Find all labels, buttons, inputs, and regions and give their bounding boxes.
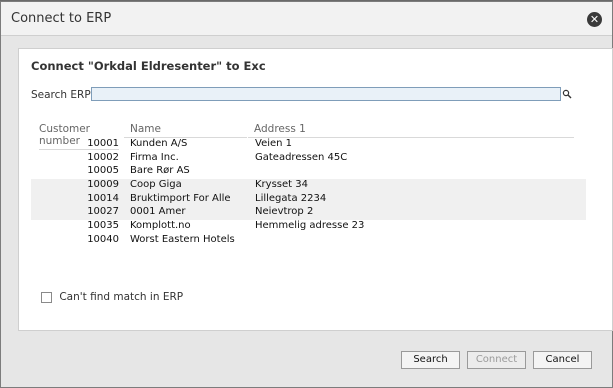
customer-address-cell: Neievtrop 2 xyxy=(255,206,314,218)
customer-number-cell: 10005 xyxy=(87,165,119,177)
dialog-title: Connect to ERP xyxy=(11,11,112,26)
customer-number-cell: 10009 xyxy=(87,179,119,191)
dialog-content-panel: Connect "Orkdal Eldresenter" to Exc Sear… xyxy=(18,48,613,331)
connect-heading: Connect "Orkdal Eldresenter" to Exc xyxy=(31,59,266,73)
customer-table-body: 10001 Kunden A/S Veien 1 10002 Firma Inc… xyxy=(31,138,586,248)
dialog-titlebar: Connect to ERP ✕ xyxy=(1,2,612,36)
search-label: Search ERP: xyxy=(31,89,95,101)
customer-address-cell: Gateadressen 45C xyxy=(255,151,348,163)
table-row[interactable]: 10009 Coop Giga Krysset 34 xyxy=(31,179,586,193)
cant-find-match-checkbox[interactable] xyxy=(41,291,52,303)
search-erp-input[interactable] xyxy=(91,87,561,101)
customer-name-cell: Bruktimport For Alle xyxy=(130,192,231,204)
column-header-name[interactable]: Name xyxy=(124,123,247,138)
customer-number-cell: 10001 xyxy=(87,138,119,149)
customer-number-cell: 10002 xyxy=(87,151,119,163)
customer-name-cell: Firma Inc. xyxy=(130,151,179,163)
table-row[interactable]: 10014 Bruktimport For Alle Lillegata 223… xyxy=(31,192,586,207)
table-row[interactable]: 10005 Bare Rør AS xyxy=(31,165,586,179)
column-header-address[interactable]: Address 1 xyxy=(248,123,574,138)
customer-address-cell: Krysset 34 xyxy=(255,179,308,191)
customer-name-cell: Bare Rør AS xyxy=(130,165,190,177)
customer-name-cell: Kunden A/S xyxy=(130,138,188,149)
customer-address-cell: Hemmelig adresse 23 xyxy=(255,220,365,232)
customer-name-cell: 0001 Amer xyxy=(130,206,186,218)
customer-number-cell: 10014 xyxy=(87,192,119,204)
close-icon[interactable]: ✕ xyxy=(587,12,602,27)
customer-name-cell: Komplott.no xyxy=(130,220,191,232)
table-row[interactable]: 10040 Worst Eastern Hotels xyxy=(31,234,586,248)
table-row[interactable]: 10035 Komplott.no Hemmelig adresse 23 xyxy=(31,220,586,234)
cancel-button[interactable]: Cancel xyxy=(533,351,592,369)
customer-address-cell: Lillegata 2234 xyxy=(255,192,327,204)
table-row[interactable]: 10027 0001 Amer Neievtrop 2 xyxy=(31,206,586,221)
table-row[interactable]: 10002 Firma Inc. Gateadressen 45C xyxy=(31,152,586,166)
customer-name-cell: Coop Giga xyxy=(130,179,182,191)
cant-find-match-label: Can't find match in ERP xyxy=(59,291,184,303)
customer-name-cell: Worst Eastern Hotels xyxy=(130,233,235,245)
search-icon[interactable] xyxy=(562,89,572,99)
table-row[interactable]: 10001 Kunden A/S Veien 1 xyxy=(31,138,586,152)
customer-number-cell: 10035 xyxy=(87,220,119,232)
search-button[interactable]: Search xyxy=(401,351,460,369)
customer-number-cell: 10040 xyxy=(87,233,119,245)
cant-find-match-option[interactable]: Can't find match in ERP xyxy=(41,291,183,303)
connect-button[interactable]: Connect xyxy=(467,351,526,369)
customer-address-cell: Veien 1 xyxy=(255,138,293,149)
connect-erp-dialog: Connect to ERP ✕ Connect "Orkdal Eldrese… xyxy=(0,1,613,388)
customer-number-cell: 10027 xyxy=(87,206,119,218)
